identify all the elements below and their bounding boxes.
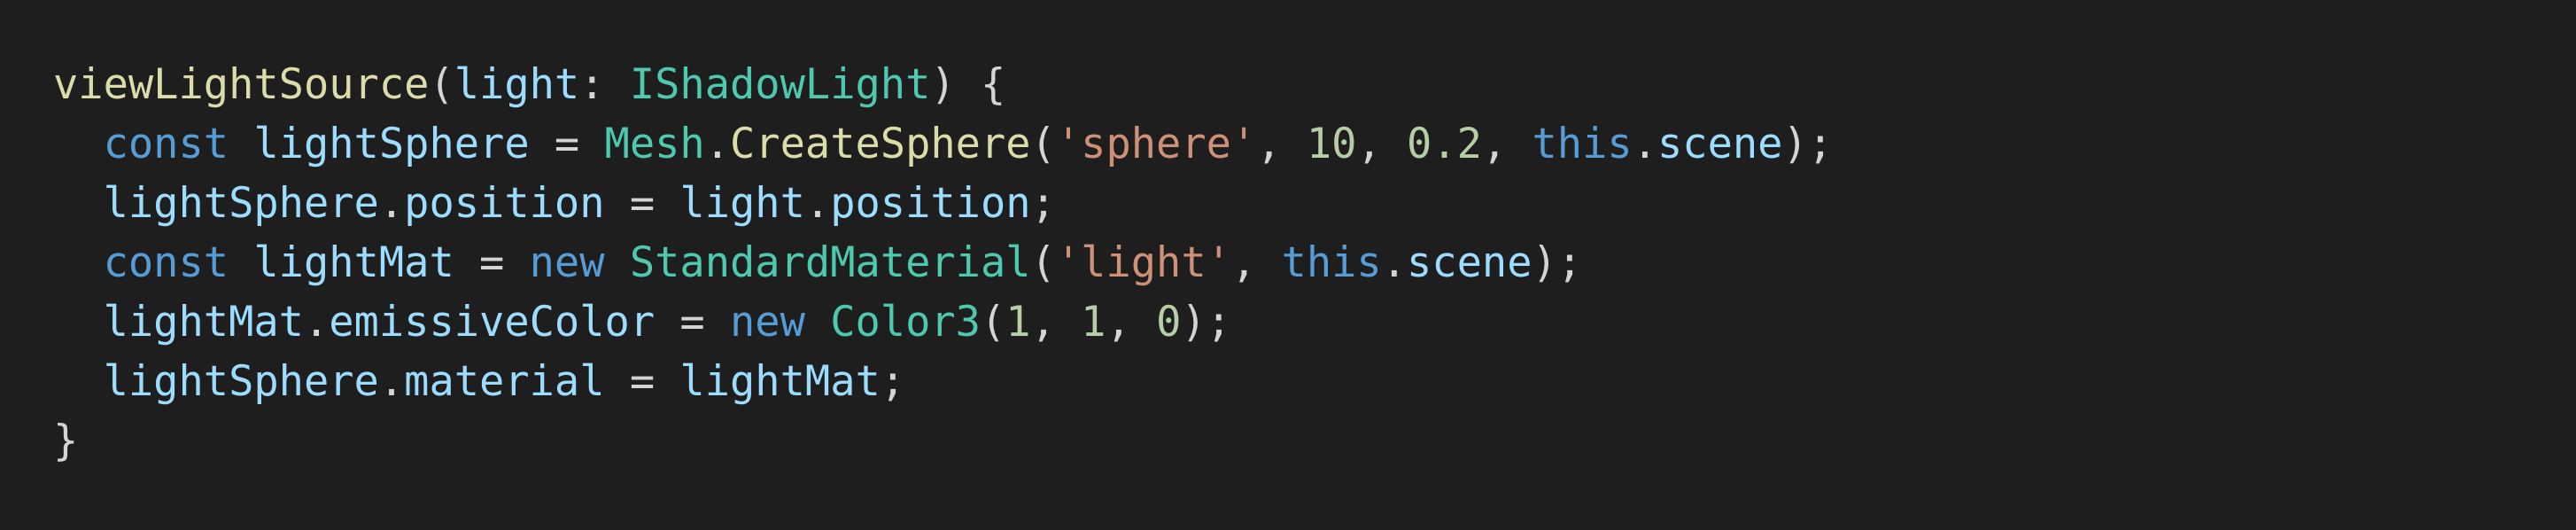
code-token-prop: position: [830, 179, 1031, 228]
code-token-punct: .: [704, 120, 731, 168]
code-token-punct: =: [655, 298, 731, 347]
code-token-prop: scene: [1657, 120, 1783, 168]
code-token-func: viewLightSource: [53, 60, 430, 109]
code-token-punct: ,: [1230, 238, 1282, 287]
code-token-type: Mesh: [604, 120, 705, 168]
code-token-punct: [53, 238, 104, 287]
code-token-var: lightMat: [679, 357, 881, 406]
code-token-punct: [805, 298, 830, 347]
code-editor: viewLightSource(light: IShadowLight) { c…: [0, 0, 2576, 530]
code-token-punct: =: [529, 120, 605, 168]
code-token-punct: [53, 120, 104, 168]
code-line: viewLightSource(light: IShadowLight) {: [53, 55, 2576, 114]
code-token-func: CreateSphere: [730, 120, 1031, 168]
code-token-punct: [605, 238, 630, 287]
code-token-punct: ) {: [930, 60, 1006, 109]
code-token-punct: (: [1030, 238, 1056, 287]
code-token-punct: );: [1532, 238, 1583, 287]
code-token-punct: (: [429, 60, 454, 109]
code-token-keyword: new: [529, 238, 605, 287]
code-token-string: 'sphere': [1055, 120, 1257, 168]
code-token-punct: .: [1381, 238, 1408, 287]
code-token-var: lightSphere: [253, 120, 530, 168]
code-token-prop: emissiveColor: [329, 298, 656, 347]
code-token-var: lightSphere: [103, 179, 379, 228]
code-token-punct: (: [1030, 120, 1056, 168]
code-token-punct: [53, 357, 104, 406]
code-token-punct: );: [1181, 298, 1231, 347]
code-token-type: IShadowLight: [629, 60, 931, 109]
code-token-punct: ;: [1030, 179, 1056, 228]
code-token-punct: [53, 298, 104, 347]
code-token-var: light: [679, 179, 805, 228]
code-token-punct: ,: [1030, 298, 1082, 347]
code-token-punct: :: [579, 60, 630, 109]
code-token-punct: }: [53, 417, 79, 465]
code-token-punct: .: [1632, 120, 1657, 168]
code-token-prop: material: [404, 357, 605, 406]
code-token-punct: );: [1782, 120, 1834, 168]
code-line: const lightSphere = Mesh.CreateSphere('s…: [53, 114, 2576, 174]
code-token-punct: ,: [1356, 120, 1408, 168]
code-token-keyword: this: [1281, 238, 1382, 287]
code-token-punct: ,: [1256, 120, 1307, 168]
code-token-punct: ,: [1481, 120, 1532, 168]
code-token-prop: position: [404, 179, 605, 228]
code-token-punct: [53, 179, 104, 228]
code-token-keyword: const: [103, 120, 229, 168]
code-token-punct: [229, 238, 253, 287]
code-token-number: 0: [1156, 298, 1182, 347]
code-token-punct: (: [980, 298, 1006, 347]
code-token-punct: =: [454, 238, 530, 287]
code-line: const lightMat = new StandardMaterial('l…: [53, 233, 2576, 292]
code-token-var: lightSphere: [103, 357, 379, 406]
code-token-keyword: this: [1532, 120, 1633, 168]
code-token-number: 1: [1081, 298, 1106, 347]
code-token-punct: .: [378, 179, 405, 228]
code-token-punct: ;: [880, 357, 906, 406]
code-line: }: [53, 411, 2576, 471]
code-token-punct: =: [604, 357, 680, 406]
code-token-type: StandardMaterial: [629, 238, 1031, 287]
code-line: lightSphere.material = lightMat;: [53, 352, 2576, 411]
code-token-keyword: new: [730, 298, 805, 347]
code-token-punct: =: [604, 179, 680, 228]
code-token-number: 0.2: [1407, 120, 1482, 168]
code-line: lightSphere.position = light.position;: [53, 174, 2576, 233]
code-token-prop: scene: [1407, 238, 1532, 287]
code-token-keyword: const: [103, 238, 229, 287]
code-token-number: 1: [1005, 298, 1031, 347]
code-token-param: light: [454, 60, 580, 109]
code-token-var: lightMat: [103, 298, 304, 347]
code-token-number: 10: [1306, 120, 1357, 168]
code-token-punct: [229, 120, 253, 168]
code-line: lightMat.emissiveColor = new Color3(1, 1…: [53, 292, 2576, 352]
code-token-punct: ,: [1106, 298, 1157, 347]
code-block: viewLightSource(light: IShadowLight) { c…: [53, 55, 2576, 471]
code-token-string: 'light': [1055, 238, 1231, 287]
code-token-punct: .: [378, 357, 405, 406]
code-token-punct: .: [804, 179, 831, 228]
code-token-punct: .: [303, 298, 330, 347]
code-token-type: Color3: [830, 298, 981, 347]
code-token-var: lightMat: [253, 238, 454, 287]
